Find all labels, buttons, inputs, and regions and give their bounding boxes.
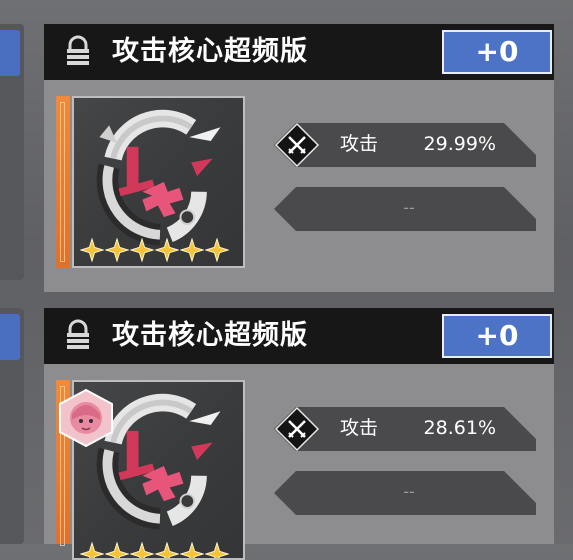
equipment-card[interactable]: 攻击核心超频版 +0	[44, 308, 554, 560]
main-stat-row[interactable]: 攻击 29.99%	[274, 122, 536, 168]
star-icon	[130, 542, 154, 558]
stat-banner	[274, 122, 536, 168]
lock-icon[interactable]	[60, 318, 96, 354]
star-rating	[80, 238, 229, 264]
card-header: 攻击核心超频版 +0	[44, 308, 554, 364]
character-avatar-icon[interactable]	[56, 388, 116, 448]
rarity-bar	[56, 96, 70, 268]
star-icon	[105, 542, 129, 558]
equipment-card[interactable]: 攻击核心超频版 +0	[44, 24, 554, 292]
equipment-title: 攻击核心超频版	[112, 36, 308, 67]
star-icon	[80, 542, 104, 558]
stat-empty-value: --	[403, 482, 415, 501]
card-header: 攻击核心超频版 +0	[44, 24, 554, 80]
stat-banner	[274, 406, 536, 452]
star-icon	[80, 238, 104, 262]
star-icon	[180, 542, 204, 558]
equipment-icon-frame[interactable]	[72, 96, 245, 268]
star-icon	[180, 238, 204, 262]
secondary-stat-row[interactable]: --	[274, 470, 536, 516]
crossed-swords-icon	[288, 420, 306, 438]
stat-name: 攻击	[340, 417, 379, 439]
stat-value: 28.61%	[423, 417, 496, 439]
star-icon	[205, 542, 229, 558]
stat-empty-value: --	[403, 198, 415, 217]
enhance-level-button[interactable]: +0	[442, 30, 552, 74]
star-icon	[205, 238, 229, 262]
stat-name: 攻击	[340, 133, 379, 155]
stat-value: 29.99%	[423, 133, 496, 155]
secondary-stat-row[interactable]: --	[274, 186, 536, 232]
equipment-title: 攻击核心超频版	[112, 320, 308, 351]
enhance-level-button[interactable]: +0	[442, 314, 552, 358]
star-rating	[80, 542, 229, 558]
adjacent-level-button[interactable]	[0, 30, 20, 76]
crossed-swords-icon	[288, 136, 306, 154]
star-icon	[130, 238, 154, 262]
star-icon	[105, 238, 129, 262]
lock-icon[interactable]	[60, 34, 96, 70]
adjacent-card-partial[interactable]	[0, 308, 24, 544]
star-icon	[155, 542, 179, 558]
main-stat-row[interactable]: 攻击 28.61%	[274, 406, 536, 452]
star-icon	[155, 238, 179, 262]
adjacent-card-partial[interactable]	[0, 24, 24, 280]
adjacent-level-button[interactable]	[0, 314, 20, 360]
